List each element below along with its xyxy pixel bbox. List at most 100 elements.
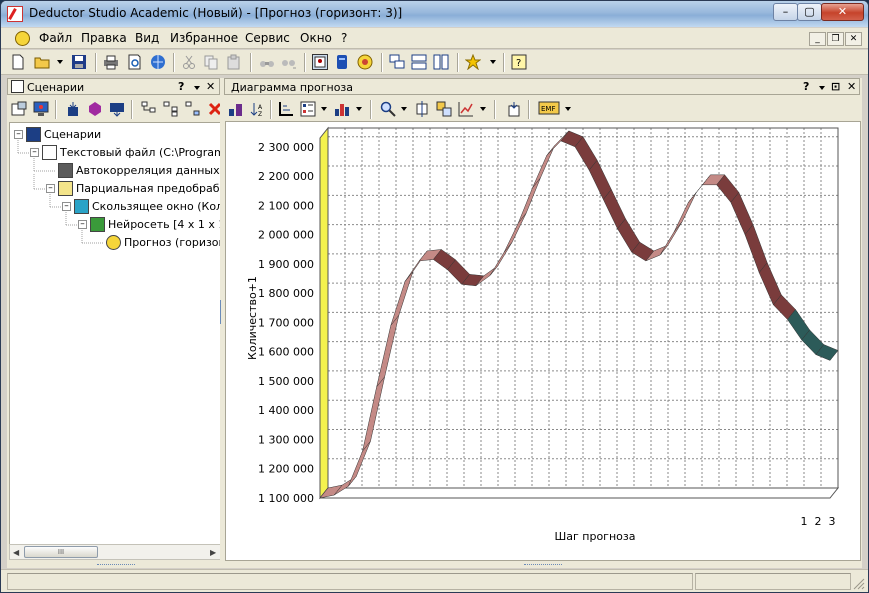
chart-y-axis-label: Количество+1 bbox=[246, 276, 259, 360]
tree-node[interactable]: Автокорреляция данных Кол bbox=[10, 162, 221, 179]
tree-expand-icon[interactable] bbox=[141, 101, 157, 117]
scenarios-panel: Сценарии ? ✕ – Сценарии – Текстовый файл (C… bbox=[7, 78, 222, 568]
tile-vertical-icon[interactable] bbox=[433, 54, 449, 70]
sliding-window-icon bbox=[74, 199, 89, 214]
tree-node[interactable]: – Текстовый файл (C:\Program Fil bbox=[10, 144, 221, 161]
favorites-star-icon[interactable] bbox=[465, 54, 481, 70]
import-icon[interactable] bbox=[65, 101, 81, 117]
right-panel-bottom-grip[interactable] bbox=[524, 564, 562, 568]
chart-type-icon[interactable] bbox=[334, 101, 350, 117]
paste-icon[interactable] bbox=[226, 54, 242, 70]
fit-to-window-icon[interactable] bbox=[414, 101, 430, 117]
tree-expander[interactable]: – bbox=[62, 202, 71, 211]
chart-type-dropdown-arrow[interactable] bbox=[356, 107, 362, 111]
favorites-dropdown-arrow[interactable] bbox=[490, 60, 496, 64]
open-folder-icon[interactable] bbox=[34, 54, 50, 70]
scenarios-window-icon[interactable] bbox=[312, 54, 328, 70]
scenarios-panel-menu-arrow[interactable] bbox=[194, 86, 200, 90]
scenarios-horizontal-scrollbar[interactable]: ◀ III ▶ bbox=[9, 544, 222, 560]
legend-dropdown-arrow[interactable] bbox=[321, 107, 327, 111]
tree-node[interactable]: – Нейросеть [4 x 1 x 1] bbox=[10, 216, 221, 233]
chart-pin-button[interactable]: ⊡ bbox=[831, 80, 840, 93]
new-file-icon[interactable] bbox=[10, 54, 26, 70]
find-icon[interactable] bbox=[259, 54, 275, 70]
close-button[interactable]: ✕ bbox=[821, 3, 864, 21]
menu-edit[interactable]: Правка bbox=[81, 31, 127, 45]
find-next-icon[interactable] bbox=[281, 54, 297, 70]
line-chart-icon[interactable] bbox=[458, 101, 474, 117]
chart-panel-header: Диаграмма прогноза ? ⊡ ✕ bbox=[224, 78, 860, 95]
scenarios-help-button[interactable]: ? bbox=[178, 80, 184, 93]
wizard-icon[interactable] bbox=[357, 54, 373, 70]
print-icon[interactable] bbox=[103, 54, 119, 70]
menu-file[interactable]: Файл bbox=[39, 31, 72, 45]
cascade-windows-icon[interactable] bbox=[389, 54, 405, 70]
scenarios-close-button[interactable]: ✕ bbox=[206, 80, 215, 93]
forecast-chart[interactable]: 1 100 000 1 200 000 1 300 000 1 400 000 1 50… bbox=[225, 121, 861, 561]
tree-collapse-icon[interactable] bbox=[163, 101, 179, 117]
tree-node[interactable]: – Сценарии bbox=[10, 126, 221, 143]
chart-y-tick-label: 1 100 000 bbox=[258, 492, 314, 505]
tree-node[interactable]: – Скользящее окно (Колич bbox=[10, 198, 221, 215]
chart-help-button[interactable]: ? bbox=[803, 80, 809, 93]
mdi-restore-button[interactable]: ❐ bbox=[827, 32, 844, 46]
tile-horizontal-icon[interactable] bbox=[411, 54, 427, 70]
print-preview-icon[interactable] bbox=[127, 54, 143, 70]
series-settings-icon[interactable] bbox=[228, 101, 244, 117]
chart-y-tick-label: 2 200 000 bbox=[258, 170, 314, 183]
chart-x-axis-label: Шаг прогноза bbox=[555, 530, 636, 543]
export-emf-dropdown-arrow[interactable] bbox=[565, 107, 571, 111]
visualizer-icon[interactable] bbox=[33, 101, 49, 117]
chart-close-button[interactable]: ✕ bbox=[847, 80, 856, 93]
scroll-left-arrow[interactable]: ◀ bbox=[13, 548, 19, 557]
axes-icon[interactable] bbox=[278, 101, 294, 117]
web-icon[interactable] bbox=[150, 54, 166, 70]
sort-icon[interactable]: AZ bbox=[250, 101, 266, 117]
tree-node[interactable]: Прогноз (горизонт: bbox=[10, 234, 221, 251]
title-bar[interactable]: Deductor Studio Academic (Новый) - [Прог… bbox=[1, 1, 868, 27]
sync-axes-icon[interactable] bbox=[436, 101, 452, 117]
node-properties-icon[interactable] bbox=[11, 101, 27, 117]
cut-icon[interactable] bbox=[181, 54, 197, 70]
scroll-thumb[interactable]: III bbox=[24, 546, 98, 558]
menu-help[interactable]: ? bbox=[341, 31, 347, 45]
chart-y-tick-label: 1 500 000 bbox=[258, 375, 314, 388]
copy-icon[interactable] bbox=[203, 54, 219, 70]
tree-expander[interactable]: – bbox=[78, 220, 87, 229]
zoom-dropdown-arrow[interactable] bbox=[401, 107, 407, 111]
handler-icon[interactable] bbox=[87, 101, 103, 117]
status-cell-main bbox=[7, 573, 693, 590]
menu-tools[interactable]: Сервис bbox=[245, 31, 290, 45]
left-panel-bottom-grip[interactable] bbox=[97, 564, 135, 568]
save-icon[interactable] bbox=[71, 54, 87, 70]
chart-panel-menu-arrow[interactable] bbox=[819, 86, 825, 90]
export-icon[interactable] bbox=[109, 101, 125, 117]
menu-view[interactable]: Вид bbox=[135, 31, 159, 45]
app-icon[interactable] bbox=[7, 6, 23, 22]
document-menu-icon[interactable] bbox=[15, 31, 30, 46]
resize-grip-icon[interactable] bbox=[853, 578, 865, 590]
menu-favorites[interactable]: Избранное bbox=[170, 31, 238, 45]
legend-icon[interactable] bbox=[300, 101, 316, 117]
neural-net-icon bbox=[90, 217, 105, 232]
maximize-button[interactable]: ▢ bbox=[797, 3, 822, 21]
mdi-minimize-button[interactable]: _ bbox=[809, 32, 826, 46]
chart-panel-title: Диаграмма прогноза bbox=[231, 81, 354, 94]
menu-window[interactable]: Окно bbox=[300, 31, 332, 45]
export-emf-icon[interactable]: EMF bbox=[538, 101, 560, 117]
database-icon[interactable] bbox=[334, 54, 350, 70]
minimize-button[interactable]: – bbox=[773, 3, 798, 21]
scroll-right-arrow[interactable]: ▶ bbox=[210, 548, 216, 557]
tree-expander[interactable]: – bbox=[46, 184, 55, 193]
tree-node[interactable]: – Парциальная предобработк bbox=[10, 180, 221, 197]
help-icon[interactable]: ? bbox=[511, 54, 527, 70]
tree-expander[interactable]: – bbox=[30, 148, 39, 157]
zoom-icon[interactable] bbox=[380, 101, 396, 117]
open-dropdown-arrow[interactable] bbox=[57, 60, 63, 64]
menu-bar: Файл Правка Вид Избранное Сервис Окно ? … bbox=[1, 28, 868, 49]
tree-expander[interactable]: – bbox=[14, 130, 23, 139]
mdi-close-button[interactable]: ✕ bbox=[845, 32, 862, 46]
copy-chart-icon[interactable] bbox=[506, 101, 522, 117]
tree-move-icon[interactable] bbox=[185, 101, 201, 117]
line-chart-dropdown-arrow[interactable] bbox=[480, 107, 486, 111]
